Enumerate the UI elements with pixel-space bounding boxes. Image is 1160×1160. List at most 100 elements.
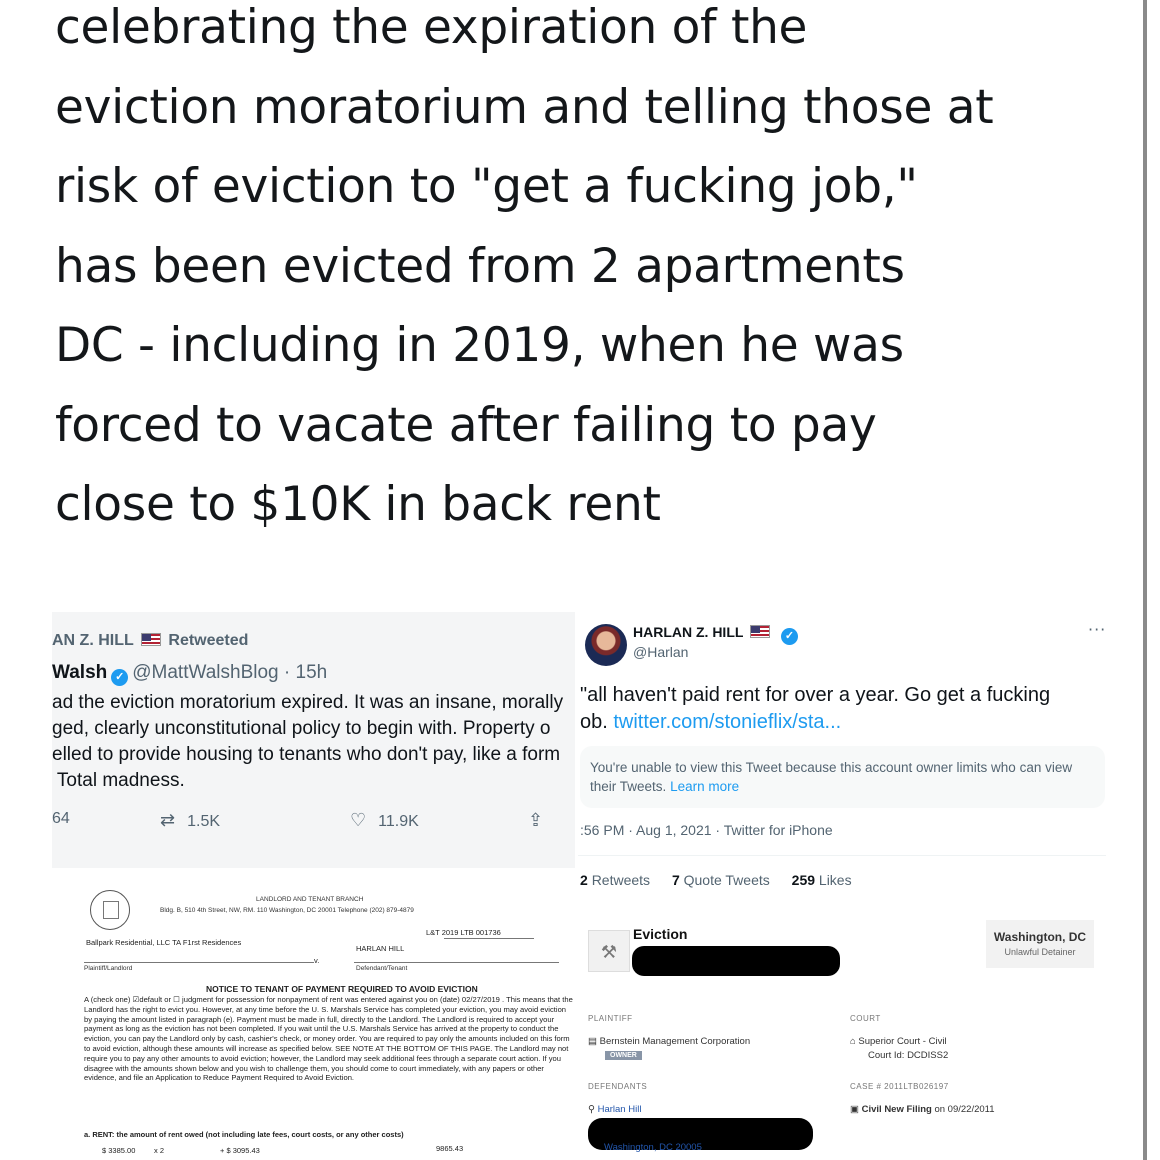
filing-info: ▣ Civil New Filing on 09/22/2011: [850, 1104, 995, 1115]
likes-stat[interactable]: 259 Likes: [792, 872, 852, 888]
like-button[interactable]: ♡ 11.9K: [350, 810, 419, 831]
tweet-stats: 2 Retweets 7 Quote Tweets 259 Likes: [580, 872, 870, 888]
record-type: Unlawful Detainer: [1004, 947, 1076, 957]
headline-line: close to $10K in back rent: [55, 477, 661, 532]
amount-total: 9865.43: [436, 1144, 464, 1153]
tweet-line: ad the eviction moratorium expired. It w…: [52, 692, 564, 713]
plaintiff-name: Ballpark Residential, LLC TA F1rst Resid…: [86, 938, 242, 947]
defendant-link[interactable]: Harlan Hill: [598, 1104, 642, 1115]
filing-date: on 09/22/2011: [934, 1104, 995, 1115]
record-court: ⌂ Superior Court - Civil: [850, 1036, 947, 1047]
tweet-time: · 15h: [283, 662, 328, 683]
plaintiff-line: [84, 962, 314, 963]
headline-line: risk of eviction to "get a fucking job,": [55, 159, 918, 214]
more-options-icon[interactable]: ···: [1088, 620, 1106, 639]
headline-line: DC - including in 2019, when he was: [55, 318, 904, 373]
harlan-tweet-card: HARLAN Z. HILL ✓ @Harlan ··· "all haven'…: [578, 610, 1108, 910]
display-name-row: HARLAN Z. HILL ✓: [633, 624, 802, 645]
record-title: Eviction: [633, 926, 688, 942]
versus-label: v.: [314, 956, 320, 965]
record-defendant[interactable]: ⚲ Harlan Hill: [588, 1104, 641, 1115]
plaintiff-label: Plaintiff/Landlord: [84, 965, 133, 972]
quotes-stat[interactable]: 7 Quote Tweets: [672, 872, 770, 888]
search-icon: ⚲: [588, 1104, 595, 1115]
gavel-icon: ⚒: [588, 930, 630, 972]
tweet-line: elled to provide housing to tenants who …: [52, 744, 561, 765]
record-court-id: Court Id: DCDISS2: [868, 1050, 949, 1061]
court-value: Superior Court - Civil: [858, 1036, 947, 1047]
defendant-city: Washington, DC 20005: [604, 1142, 702, 1153]
amount-months: x 2: [154, 1146, 165, 1155]
court-header: COURT: [850, 1014, 881, 1023]
plaintiff-header: PLAINTIFF: [588, 1014, 633, 1023]
amount-rent: $ 3385.00: [102, 1146, 136, 1155]
headline-line: eviction moratorium and telling those at: [55, 79, 994, 135]
court-seal-icon: [90, 890, 130, 930]
rent-label: a. RENT: the amount of rent owed (not in…: [84, 1130, 404, 1139]
headline-line: forced to vacate after failing to pay: [55, 397, 877, 453]
us-flag-icon: [140, 633, 161, 646]
tweet-line: ob. twitter.com/stonieflix/sta...: [580, 709, 1050, 736]
case-number-line: [444, 938, 534, 939]
retweet-attribution: AN Z. HILL Retweeted: [52, 632, 248, 650]
redaction-bar: [632, 946, 840, 976]
reply-button[interactable]: 64: [52, 810, 70, 828]
tweet-line: ged, clearly unconstitutional policy to …: [52, 718, 551, 739]
likes-label: Likes: [818, 872, 852, 888]
calendar-icon: ▣: [850, 1104, 859, 1115]
branch-name: LANDLORD AND TENANT BRANCH: [256, 896, 364, 903]
author-handle[interactable]: @MattWalshBlog: [132, 662, 278, 683]
user-handle[interactable]: @Harlan: [633, 644, 688, 660]
share-button[interactable]: ⇪: [528, 810, 555, 831]
case-number: L&T 2019 LTB 001736: [426, 928, 501, 937]
defendant-name: HARLAN HILL: [356, 944, 405, 953]
case-number-header: CASE # 2011LTB026197: [850, 1082, 949, 1091]
headline-line: has been evicted from 2 apartments: [55, 238, 905, 294]
tweet-author-row: Walsh ✓ @MattWalshBlog · 15h: [52, 662, 327, 686]
courthouse-icon: ⌂: [850, 1036, 856, 1047]
amount-other: + $ 3095.43: [220, 1146, 260, 1155]
tweet-body: ad the eviction moratorium expired. It w…: [52, 690, 563, 794]
retweeter-name[interactable]: AN Z. HILL: [52, 632, 133, 649]
owner-badge: OWNER: [605, 1051, 642, 1060]
likes-count: 259: [791, 872, 816, 888]
notice-title: NOTICE TO TENANT OF PAYMENT REQUIRED TO …: [206, 984, 478, 994]
notice-body: A (check one) ☑default or ☐ judgment for…: [84, 995, 573, 1083]
branch-address: Bldg. B, 510 4th Street, NW, RM. 110 Was…: [160, 907, 414, 914]
share-icon: ⇪: [528, 810, 544, 830]
filing-label: Civil New Filing: [861, 1104, 932, 1115]
tweet-link[interactable]: twitter.com/stonieflix/sta...: [613, 711, 841, 733]
court-notice-document: LANDLORD AND TENANT BRANCH Bldg. B, 510 …: [56, 870, 576, 1160]
retweet-count: 1.5K: [187, 813, 221, 830]
defendant-label: Defendant/Tenant: [356, 965, 408, 972]
display-name[interactable]: HARLAN Z. HILL: [633, 624, 743, 640]
retweets-count: 2: [580, 872, 588, 888]
plaintiff-value: Bernstein Management Corporation: [599, 1036, 751, 1047]
avatar[interactable]: [585, 624, 627, 666]
location-badge: Washington, DC Unlawful Detainer: [986, 920, 1094, 968]
author-name[interactable]: Walsh: [52, 662, 107, 683]
headline-line: celebrating the expiration of the: [55, 0, 808, 55]
tweet-line: Total madness.: [52, 770, 185, 791]
retweeted-label: Retweeted: [168, 632, 249, 649]
heart-icon: ♡: [350, 810, 367, 830]
record-location: Washington, DC: [993, 930, 1087, 944]
retweets-label: Retweets: [591, 872, 651, 888]
tweet-text: "all haven't paid rent for over a year. …: [580, 682, 1050, 736]
building-icon: ▤: [588, 1036, 597, 1047]
like-count: 11.9K: [378, 813, 419, 830]
tweet-timestamp[interactable]: :56 PM · Aug 1, 2021 · Twitter for iPhon…: [580, 822, 833, 838]
reply-count: 64: [52, 810, 70, 827]
quote-unavailable-text: You're unable to view this Tweet because…: [590, 760, 1073, 794]
us-flag-icon: [750, 625, 771, 638]
retweet-button[interactable]: ⇄ 1.5K: [160, 810, 220, 831]
retweets-stat[interactable]: 2 Retweets: [580, 872, 650, 888]
tweet-line: "all haven't paid rent for over a year. …: [580, 684, 1051, 706]
quotes-count: 7: [671, 872, 680, 888]
learn-more-link[interactable]: Learn more: [670, 779, 739, 794]
headline-text: celebrating the expiration of the evicti…: [55, 0, 1135, 545]
retweeted-tweet-card: AN Z. HILL Retweeted Walsh ✓ @MattWalshBlo…: [52, 612, 575, 868]
quotes-label: Quote Tweets: [683, 872, 770, 888]
verified-badge-icon: ✓: [780, 628, 798, 645]
unavailable-quote-box: You're unable to view this Tweet because…: [580, 746, 1105, 808]
